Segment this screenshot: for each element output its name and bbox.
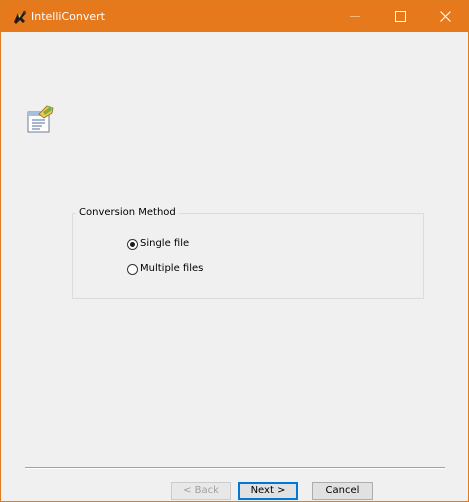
intelliconvert-window: IntelliConvert Conversion Method Single … xyxy=(0,0,469,502)
multiple-files-radio[interactable]: Multiple files xyxy=(127,261,203,277)
minimize-button[interactable] xyxy=(332,1,377,32)
footer-separator xyxy=(25,467,445,469)
conversion-method-group xyxy=(72,213,424,299)
app-icon[interactable] xyxy=(12,9,28,25)
single-file-radio[interactable]: Single file xyxy=(127,236,189,252)
maximize-button[interactable] xyxy=(378,1,423,32)
conversion-method-legend: Conversion Method xyxy=(76,206,179,220)
close-button[interactable] xyxy=(423,1,468,32)
wizard-document-icon xyxy=(25,104,55,134)
minimize-icon xyxy=(349,16,360,17)
next-button[interactable]: Next > xyxy=(238,482,298,500)
maximize-icon xyxy=(395,11,406,22)
back-button[interactable]: < Back xyxy=(171,482,231,500)
multiple-files-label[interactable]: Multiple files xyxy=(140,262,203,276)
title-bar[interactable]: IntelliConvert xyxy=(1,1,468,32)
radio-dot-icon xyxy=(130,241,135,247)
window-title: IntelliConvert xyxy=(31,10,105,23)
cancel-button[interactable]: Cancel xyxy=(312,482,373,500)
single-file-label[interactable]: Single file xyxy=(140,237,189,251)
radio-unselected-icon[interactable] xyxy=(127,263,138,275)
radio-selected-icon[interactable] xyxy=(127,238,138,250)
close-icon xyxy=(440,11,451,22)
